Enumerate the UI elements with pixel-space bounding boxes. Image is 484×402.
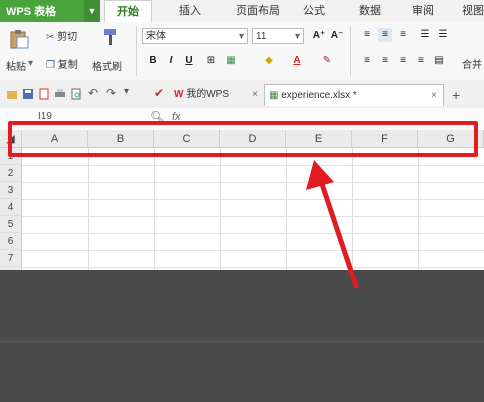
arrow-icon	[306, 160, 359, 289]
